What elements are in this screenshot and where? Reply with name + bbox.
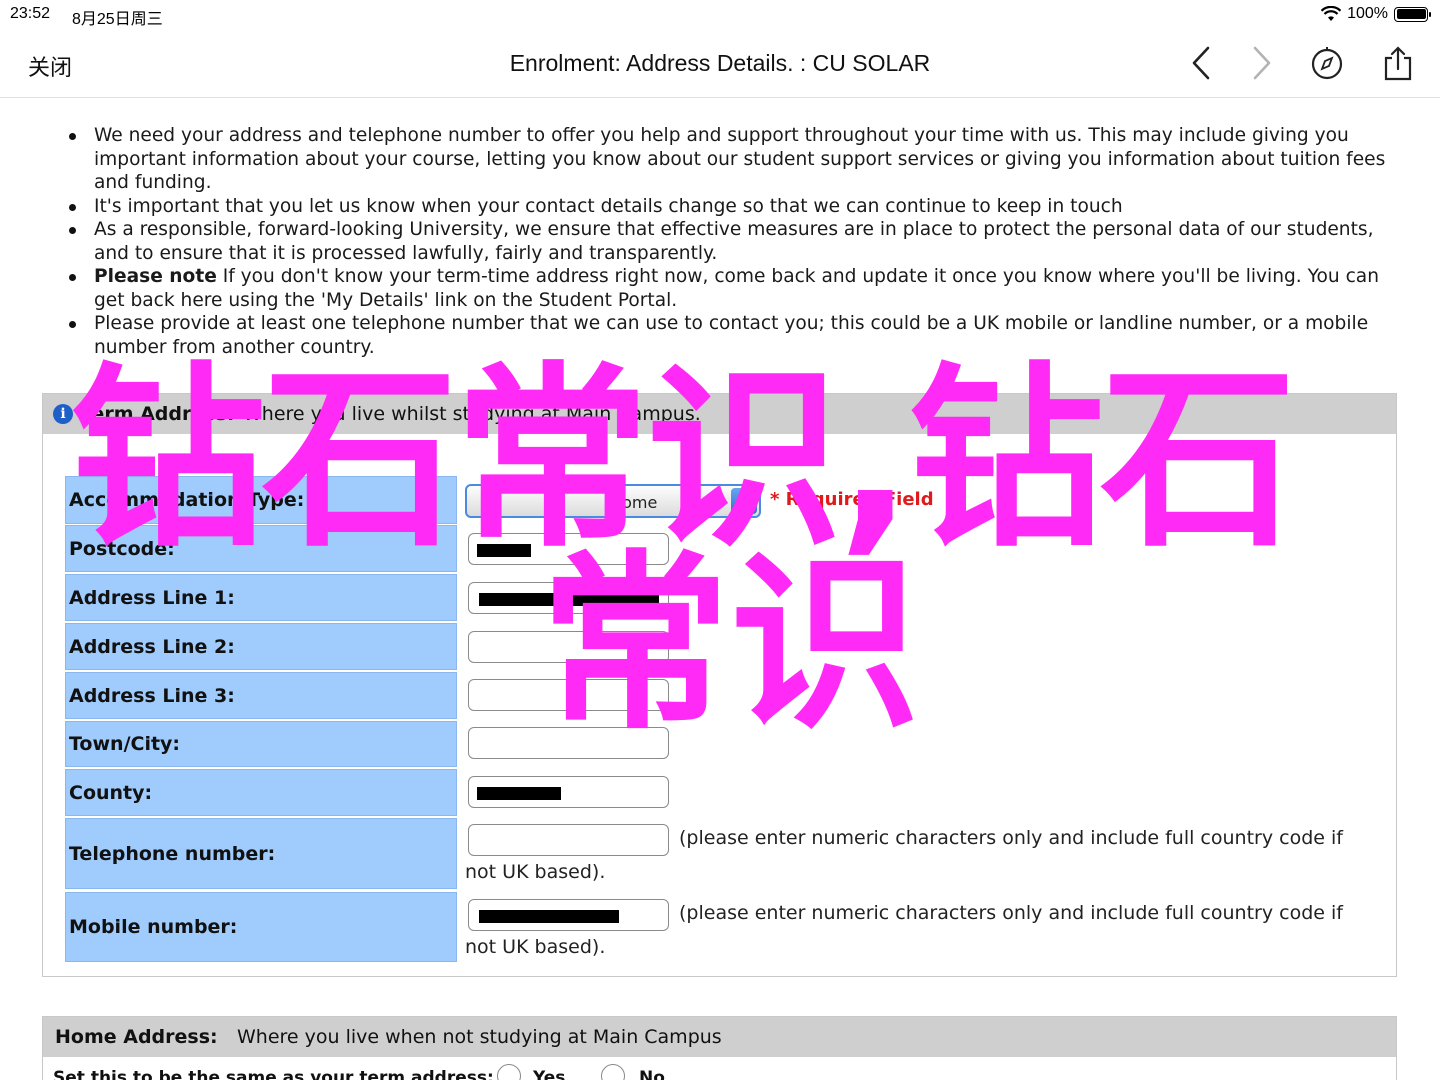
- share-icon[interactable]: [1380, 45, 1416, 81]
- address-line-1-input[interactable]: [468, 582, 669, 614]
- chevron-down-icon: [731, 488, 757, 514]
- redaction-mark: [477, 544, 531, 557]
- accommodation-type-value: home: [612, 493, 658, 512]
- address-line-2-label: Address Line 2:: [65, 623, 457, 670]
- list-item: Please note If you don't know your term-…: [69, 265, 1404, 312]
- telephone-hint: (please enter numeric characters only an…: [679, 827, 1343, 849]
- telephone-input[interactable]: [468, 824, 669, 856]
- accommodation-type-select[interactable]: home: [465, 484, 761, 518]
- home-address-header: Home Address: Where you live when not st…: [43, 1017, 1396, 1057]
- same-address-no-label: No: [639, 1068, 665, 1080]
- county-input[interactable]: [468, 776, 669, 808]
- term-address-panel: i Term Address: Where you live whilst st…: [42, 393, 1397, 977]
- county-label: County:: [65, 769, 457, 816]
- redaction-mark: [477, 787, 561, 800]
- please-note-text: If you don't know your term-time address…: [94, 266, 1379, 311]
- battery-percent: 100%: [1347, 5, 1388, 22]
- mobile-hint-continued: not UK based).: [465, 936, 606, 958]
- town-city-input[interactable]: [468, 727, 669, 759]
- list-item: It's important that you let us know when…: [69, 195, 1404, 219]
- mobile-hint: (please enter numeric characters only an…: [679, 902, 1343, 924]
- redaction-mark: [479, 910, 619, 923]
- address-line-1-label: Address Line 1:: [65, 574, 457, 621]
- telephone-label: Telephone number:: [65, 818, 457, 889]
- telephone-hint-continued: not UK based).: [465, 861, 606, 883]
- same-address-yes-radio[interactable]: [497, 1064, 521, 1080]
- list-item: Please provide at least one telephone nu…: [69, 312, 1404, 359]
- required-field-note: * Required Field: [770, 489, 934, 510]
- redaction-mark: [479, 593, 659, 606]
- close-button[interactable]: 关闭: [28, 50, 72, 82]
- home-address-title: Home Address:: [55, 1026, 218, 1048]
- same-address-no-radio[interactable]: [601, 1064, 625, 1080]
- home-address-panel: Home Address: Where you live when not st…: [42, 1016, 1397, 1080]
- term-address-title: Term Address:: [81, 403, 235, 425]
- list-item: We need your address and telephone numbe…: [69, 124, 1404, 195]
- page-title: Enrolment: Address Details. : CU SOLAR: [509, 50, 931, 76]
- back-arrow-icon[interactable]: [1184, 45, 1220, 81]
- term-address-header: i Term Address: Where you live whilst st…: [43, 394, 1396, 434]
- compass-icon[interactable]: [1309, 45, 1345, 81]
- postcode-label: Postcode:: [65, 525, 457, 572]
- home-address-description: Where you live when not studying at Main…: [237, 1026, 722, 1048]
- wifi-icon: [1321, 6, 1342, 21]
- address-line-3-label: Address Line 3:: [65, 672, 457, 719]
- forward-arrow-icon[interactable]: [1243, 45, 1279, 81]
- intro-bullet-list: We need your address and telephone numbe…: [69, 124, 1404, 359]
- list-item: As a responsible, forward-looking Univer…: [69, 218, 1404, 265]
- same-as-term-question: Set this to be the same as your term add…: [53, 1068, 494, 1080]
- town-city-label: Town/City:: [65, 721, 457, 767]
- postcode-input[interactable]: [468, 533, 669, 565]
- mobile-label: Mobile number:: [65, 892, 457, 962]
- info-icon: i: [53, 404, 73, 424]
- accommodation-type-label: Accommodation Type:: [65, 476, 457, 524]
- please-note-label: Please note: [94, 266, 217, 287]
- same-address-yes-label: Yes: [533, 1068, 566, 1080]
- browser-nav-bar: 关闭 Enrolment: Address Details. : CU SOLA…: [0, 28, 1440, 98]
- address-line-3-input[interactable]: [468, 679, 669, 711]
- mobile-input[interactable]: [468, 899, 669, 931]
- status-time: 23:52: [10, 5, 51, 22]
- term-address-description: Where you live whilst studying at Main C…: [243, 403, 701, 425]
- battery-icon: [1394, 6, 1431, 22]
- status-bar: 23:52 8月25日周三 100%: [0, 0, 1440, 28]
- status-date: 8月25日周三: [72, 11, 163, 28]
- status-right: 100%: [1321, 5, 1431, 23]
- address-line-2-input[interactable]: [468, 631, 669, 663]
